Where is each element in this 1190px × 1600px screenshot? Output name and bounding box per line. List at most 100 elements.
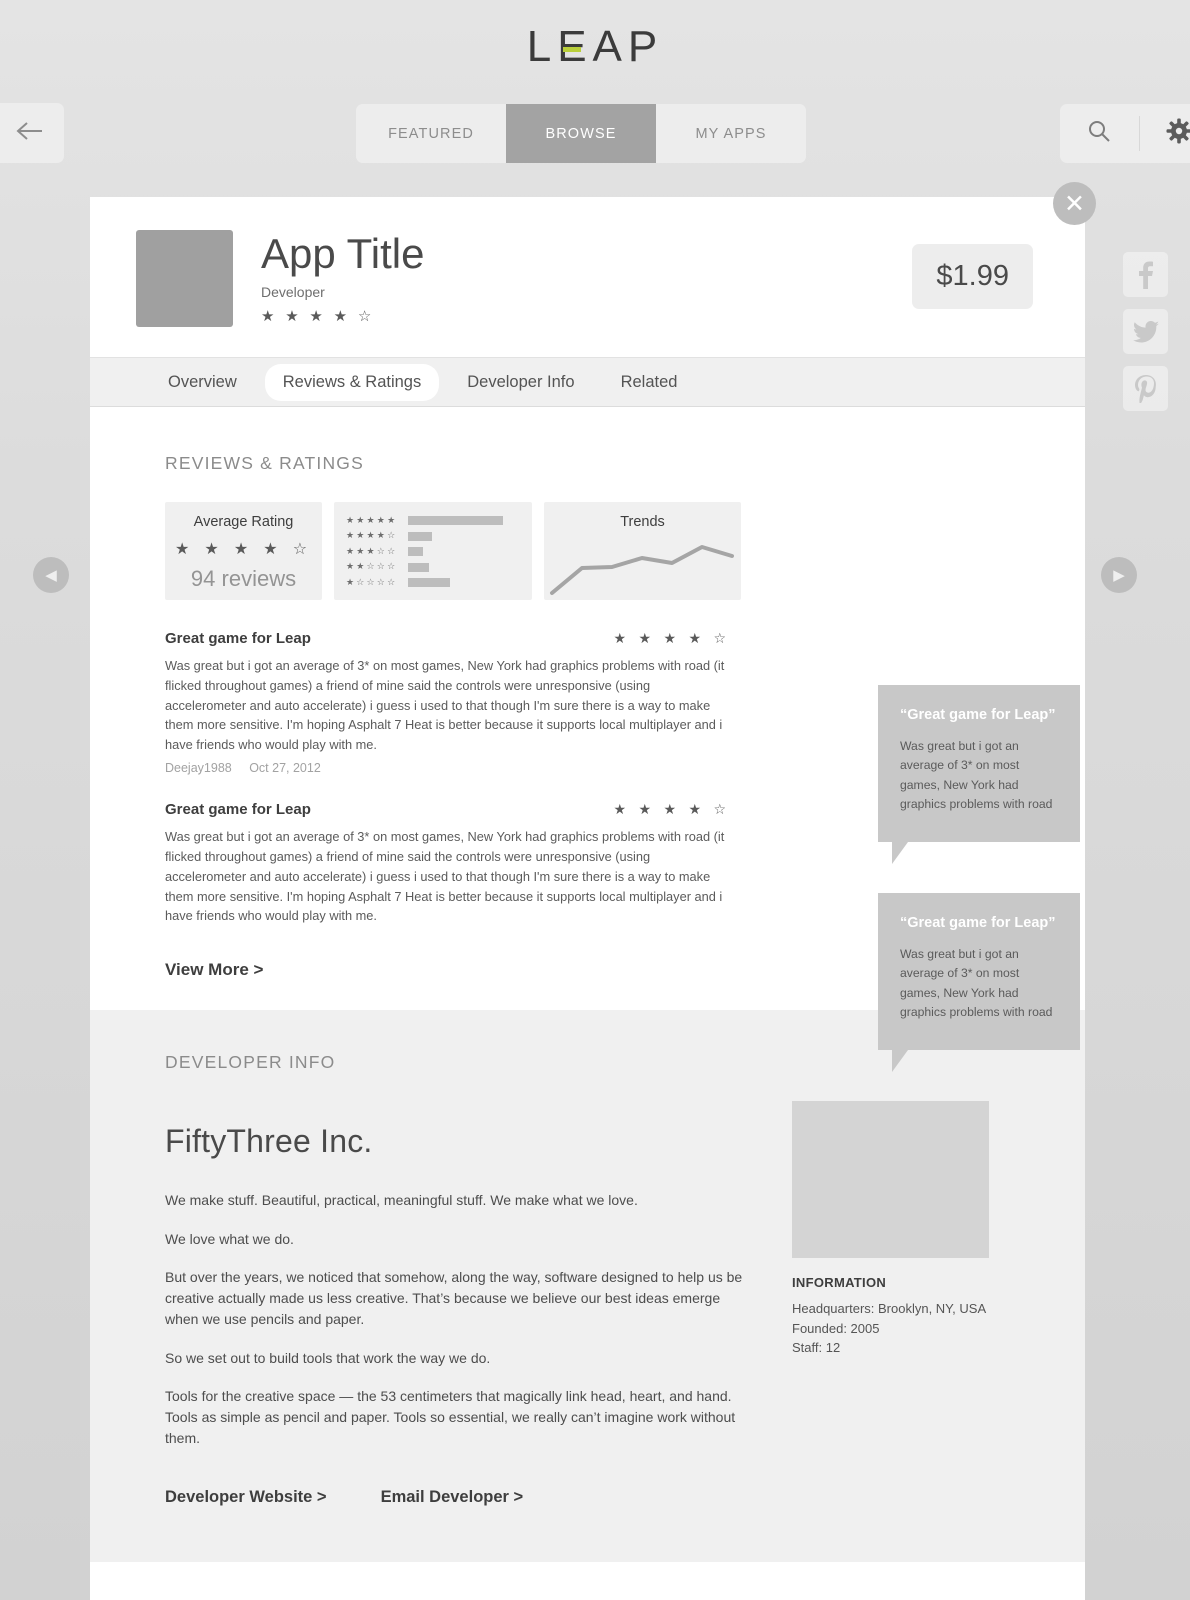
carousel-prev-button[interactable]: ◀ xyxy=(33,557,69,593)
developer-paragraph: So we set out to build tools that work t… xyxy=(165,1349,491,1366)
quote-text: Was great but i got an average of 3* on … xyxy=(900,947,1053,1019)
quote-text: Was great but i got an average of 3* on … xyxy=(900,739,1053,811)
main-nav-tabs[interactable]: FEATURED BROWSE MY APPS xyxy=(356,104,806,163)
app-rating-stars: ★ ★ ★ ★ ☆ xyxy=(261,307,375,326)
histogram-stars-2: ★★☆☆☆ xyxy=(346,562,398,573)
developer-website-link[interactable]: Developer Website > xyxy=(165,1488,327,1507)
price-button[interactable]: $1.99 xyxy=(912,244,1033,309)
trends-label: Trends xyxy=(620,514,665,530)
toolbar xyxy=(1060,104,1190,163)
app-header: App Title Developer ★ ★ ★ ★ ☆ $1.99 xyxy=(90,197,1085,357)
twitter-icon[interactable] xyxy=(1123,309,1168,354)
reviews-section-heading: REVIEWS & RATINGS xyxy=(165,453,364,473)
histogram-stars-1: ★☆☆☆☆ xyxy=(346,577,398,588)
developer-paragraph: But over the years, we noticed that some… xyxy=(165,1268,743,1328)
developer-text-column: FiftyThree Inc. We make stuff. Beautiful… xyxy=(165,1101,750,1506)
review-author: Deejay1988 xyxy=(165,761,232,776)
nav-tab-my-apps[interactable]: MY APPS xyxy=(656,104,806,163)
review-count: 94 reviews xyxy=(190,566,297,591)
brand-logo-text: LEAP xyxy=(526,22,664,71)
review-stars: ★ ★ ★ ★ ☆ xyxy=(613,630,730,647)
review-header: Great game for Leap ★ ★ ★ ★ ☆ xyxy=(165,630,730,647)
ratings-summary: Average Rating ★ ★ ★ ★ ☆ 94 reviews ★★★★… xyxy=(165,502,1025,600)
brand-logo: LEAP xyxy=(0,22,1190,72)
reviews-section: REVIEWS & RATINGS Average Rating ★ ★ ★ ★… xyxy=(90,407,1085,1073)
app-icon xyxy=(136,230,233,327)
app-meta: App Title Developer ★ ★ ★ ★ ☆ xyxy=(261,230,912,325)
histogram-stars-4: ★★★★☆ xyxy=(346,531,398,542)
pinterest-icon[interactable] xyxy=(1123,366,1168,411)
information-staff: Staff: 12 xyxy=(792,1340,841,1356)
developer-image xyxy=(792,1101,989,1259)
settings-button[interactable] xyxy=(1140,104,1190,163)
page-title: App Title xyxy=(261,230,425,277)
app-detail-modal: App Title Developer ★ ★ ★ ★ ☆ $1.99 Over… xyxy=(90,197,1085,1600)
developer-paragraph: We love what we do. xyxy=(165,1230,294,1247)
review-header: Great game for Leap ★ ★ ★ ★ ☆ xyxy=(165,801,730,818)
developer-links: Developer Website > Email Developer > xyxy=(165,1488,750,1507)
email-developer-link[interactable]: Email Developer > xyxy=(381,1488,524,1507)
developer-paragraph: We make stuff. Beautiful, practical, mea… xyxy=(165,1192,638,1209)
histogram-stars-3: ★★★☆☆ xyxy=(346,546,398,557)
review-meta: Deejay1988 Oct 27, 2012 xyxy=(165,761,730,775)
quote-bubble: “Great game for Leap” Was great but i go… xyxy=(878,685,1080,865)
developer-paragraph: Tools for the creative space — the 53 ce… xyxy=(165,1387,736,1447)
rating-histogram-chart: ★★★★★ ★★★★☆ ★★★☆☆ ★★☆☆☆ ★☆☆☆☆ xyxy=(334,502,532,600)
developer-side-column: INFORMATION Headquarters: Brooklyn, NY, … xyxy=(792,1101,989,1506)
table-row: ★★☆☆☆ xyxy=(346,560,532,576)
view-more-link[interactable]: View More > xyxy=(165,960,730,980)
information-heading: INFORMATION xyxy=(792,1275,887,1291)
histogram-bar-3 xyxy=(408,547,423,557)
list-item: Great game for Leap ★ ★ ★ ★ ☆ Was great … xyxy=(165,801,730,926)
review-title: Great game for Leap xyxy=(165,801,311,819)
related-apps-section: RELATED APPS xyxy=(90,1561,1085,1600)
average-rating-stars: ★ ★ ★ ★ ☆ xyxy=(174,539,313,558)
review-title: Great game for Leap xyxy=(165,630,311,647)
app-store-page: LEAP FEATURED BROWSE MY APPS ◀ ▶ ✕ App T… xyxy=(0,0,1190,1600)
close-icon[interactable]: ✕ xyxy=(1053,182,1096,225)
gear-icon xyxy=(1166,118,1190,149)
quote-callouts: “Great game for Leap” Was great but i go… xyxy=(878,685,1080,1101)
trends-chart: Trends xyxy=(544,502,741,600)
nav-tab-browse[interactable]: BROWSE xyxy=(506,104,656,163)
average-rating-card: Average Rating ★ ★ ★ ★ ☆ 94 reviews xyxy=(165,502,322,600)
developer-name: FiftyThree Inc. xyxy=(165,1123,373,1160)
developer-content: FiftyThree Inc. We make stuff. Beautiful… xyxy=(165,1101,1025,1506)
histogram-bar-5 xyxy=(408,516,503,526)
tab-reviews-ratings[interactable]: Reviews & Ratings xyxy=(264,363,440,401)
arrow-left-icon xyxy=(3,120,43,147)
histogram-bar-1 xyxy=(408,578,450,588)
nav-tab-featured[interactable]: FEATURED xyxy=(356,104,506,163)
review-stars: ★ ★ ★ ★ ☆ xyxy=(613,801,730,818)
information-founded: Founded: 2005 xyxy=(792,1320,880,1336)
quote-bubble: “Great game for Leap” Was great but i go… xyxy=(878,893,1080,1073)
list-item: Great game for Leap ★ ★ ★ ★ ☆ Was great … xyxy=(165,630,730,775)
search-button[interactable] xyxy=(1060,104,1139,163)
information-headquarters: Headquarters: Brooklyn, NY, USA xyxy=(792,1301,987,1317)
app-developer-label: Developer xyxy=(261,284,325,301)
tab-overview[interactable]: Overview xyxy=(150,364,255,401)
histogram-bar-4 xyxy=(408,531,432,541)
review-list: Great game for Leap ★ ★ ★ ★ ☆ Was great … xyxy=(165,630,730,980)
search-icon xyxy=(1086,118,1112,149)
detail-tabs[interactable]: Overview Reviews & Ratings Developer Inf… xyxy=(90,357,1085,407)
table-row: ★★★★☆ xyxy=(346,529,532,545)
tab-developer-info[interactable]: Developer Info xyxy=(449,364,592,401)
average-rating-label: Average Rating xyxy=(193,514,294,530)
review-date: Oct 27, 2012 xyxy=(249,761,321,776)
histogram-stars-5: ★★★★★ xyxy=(346,515,398,526)
carousel-next-button[interactable]: ▶ xyxy=(1101,557,1137,593)
tab-related[interactable]: Related xyxy=(603,364,696,401)
table-row: ★★★★★ xyxy=(346,513,532,529)
table-row: ★★★☆☆ xyxy=(346,544,532,560)
social-share-rail xyxy=(1123,252,1168,423)
histogram-bar-2 xyxy=(408,562,429,572)
review-body: Was great but i got an average of 3* on … xyxy=(165,829,725,924)
trends-sparkline xyxy=(550,545,734,595)
table-row: ★☆☆☆☆ xyxy=(346,575,532,591)
quote-title: “Great game for Leap” xyxy=(900,915,1056,932)
back-button[interactable] xyxy=(0,103,64,163)
quote-title: “Great game for Leap” xyxy=(900,707,1056,723)
brand-accent-bar xyxy=(562,47,581,52)
facebook-icon[interactable] xyxy=(1123,252,1168,297)
